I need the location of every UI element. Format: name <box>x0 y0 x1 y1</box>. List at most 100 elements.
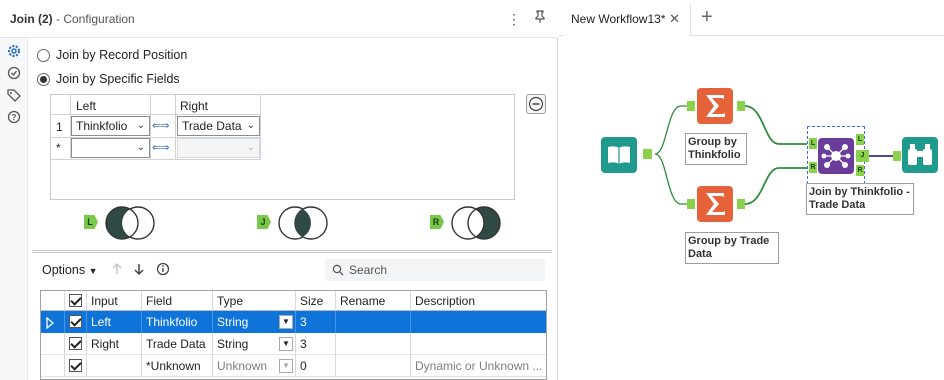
join-output-l-anchor[interactable]: L <box>856 134 864 145</box>
cell-input[interactable]: Right <box>87 333 142 355</box>
pin-icon[interactable] <box>532 10 548 28</box>
new-row-marker: * <box>56 141 61 155</box>
cell-size[interactable]: 3 <box>296 333 336 355</box>
tab-label: New Workflow13* <box>571 12 666 26</box>
swap-arrows-icon[interactable]: ⇐⇒ <box>152 119 169 132</box>
input-anchor[interactable] <box>893 151 901 161</box>
annotation-icon[interactable] <box>6 65 22 81</box>
cell-field[interactable]: Thinkfolio <box>142 311 213 333</box>
add-tab-icon[interactable]: + <box>701 6 713 28</box>
left-field-select-new[interactable]: ⌄ <box>71 138 150 158</box>
panel-splitter[interactable] <box>32 250 552 253</box>
type-dropdown-icon[interactable]: ▼ <box>279 315 293 329</box>
row-checkbox[interactable] <box>65 311 87 333</box>
column-header-field[interactable]: Field <box>142 291 213 311</box>
svg-text:?: ? <box>12 113 17 122</box>
radio-join-by-specific-fields[interactable]: Join by Specific Fields <box>37 70 180 88</box>
more-options-icon[interactable]: ⋮ <box>506 10 522 28</box>
table-row[interactable]: Right Trade Data String ▼ 3 <box>41 333 546 355</box>
binoculars-icon <box>908 144 932 165</box>
cell-input[interactable] <box>87 355 142 377</box>
chevron-down-icon: ⌄ <box>136 142 145 153</box>
cell-description[interactable] <box>411 311 546 333</box>
move-up-icon[interactable] <box>110 262 124 279</box>
summarize-tool-thinkfolio[interactable] <box>697 88 733 124</box>
cell-type[interactable]: Unknown ▼ <box>213 355 296 377</box>
radio-join-by-record-position[interactable]: Join by Record Position <box>37 46 187 64</box>
row-number: 1 <box>56 120 63 134</box>
output-anchor[interactable] <box>737 199 745 209</box>
type-value: Unknown <box>217 359 268 373</box>
configuration-panel: Join (2) - Configuration ⋮ ? Join by Rec… <box>0 0 558 380</box>
tag-icon[interactable] <box>6 87 22 103</box>
input-tool[interactable] <box>601 137 637 173</box>
info-icon[interactable] <box>156 262 170 279</box>
join-venn[interactable]: J <box>257 205 332 241</box>
right-only-venn[interactable]: R <box>430 205 505 241</box>
input-anchor[interactable] <box>687 101 695 111</box>
cell-size[interactable]: 3 <box>296 311 336 333</box>
join-output-j-anchor[interactable]: J <box>856 150 869 162</box>
row-indicator-icon <box>41 311 65 333</box>
column-header-description[interactable]: Description <box>411 291 546 311</box>
chevron-down-icon: ⌄ <box>136 120 145 131</box>
tab-new-workflow13[interactable]: New Workflow13* ✕ <box>563 4 691 36</box>
cell-rename[interactable] <box>336 355 411 377</box>
search-input[interactable]: Search <box>325 259 545 281</box>
table-row[interactable]: Left Thinkfolio String ▼ 3 <box>41 311 546 333</box>
options-menu[interactable]: Options ▼ <box>42 263 98 277</box>
table-header-row: Input Field Type Size Rename Description <box>41 291 546 313</box>
cell-rename[interactable] <box>336 333 411 355</box>
gear-icon[interactable] <box>6 43 22 59</box>
join-output-r-anchor[interactable]: R <box>856 165 864 176</box>
cell-type[interactable]: String ▼ <box>213 311 296 333</box>
join-tool[interactable] <box>818 138 854 174</box>
join-right-anchor[interactable]: R <box>809 162 817 173</box>
help-icon[interactable]: ? <box>6 109 22 125</box>
move-down-icon[interactable] <box>132 262 146 279</box>
row-checkbox[interactable] <box>65 333 87 355</box>
type-dropdown-icon[interactable]: ▼ <box>279 359 293 373</box>
left-field-select[interactable]: Thinkfolio ⌄ <box>71 116 150 136</box>
config-subtitle: - Configuration <box>56 12 135 26</box>
cell-field[interactable]: *Unknown <box>142 355 213 377</box>
column-header-type[interactable]: Type <box>213 291 296 311</box>
right-field-select[interactable]: Trade Data ⌄ <box>177 116 260 136</box>
close-icon[interactable]: ✕ <box>669 4 680 34</box>
output-anchor[interactable] <box>643 149 652 159</box>
swap-arrows-icon[interactable]: ⇐⇒ <box>152 141 169 154</box>
input-anchor[interactable] <box>687 199 695 209</box>
browse-tool[interactable] <box>902 137 938 173</box>
select-all-checkbox[interactable] <box>65 291 87 311</box>
label-join-by-thinkfolio-trade-data[interactable]: Join by Thinkfolio - Trade Data <box>806 183 914 215</box>
radio-button[interactable] <box>37 48 50 62</box>
column-header-rename[interactable]: Rename <box>336 291 411 311</box>
radio-button-selected[interactable] <box>37 72 50 86</box>
join-left-anchor[interactable]: L <box>809 138 817 149</box>
output-anchor[interactable] <box>737 101 745 111</box>
type-dropdown-icon[interactable]: ▼ <box>279 337 293 351</box>
cell-type[interactable]: String ▼ <box>213 333 296 355</box>
column-header-input[interactable]: Input <box>87 291 142 311</box>
config-header: Join (2) - Configuration ⋮ <box>0 0 558 38</box>
chevron-down-icon: ⌄ <box>246 142 255 153</box>
anchor-r-icon: R <box>430 215 444 229</box>
row-indicator <box>41 333 65 355</box>
remove-row-button[interactable] <box>526 94 546 114</box>
row-checkbox[interactable] <box>65 355 87 377</box>
summarize-tool-trade-data[interactable] <box>697 186 733 222</box>
type-value: String <box>217 315 249 329</box>
cell-rename[interactable] <box>336 311 411 333</box>
cell-description[interactable]: Dynamic or Unknown ... <box>411 355 546 377</box>
workflow-canvas[interactable]: Group by Thinkfolio Group by Trade Data … <box>559 36 944 380</box>
cell-size[interactable]: 0 <box>296 355 336 377</box>
label-group-by-trade-data[interactable]: Group by Trade Data <box>685 232 779 264</box>
column-header-size[interactable]: Size <box>296 291 336 311</box>
cell-input[interactable]: Left <box>87 311 142 333</box>
cell-field[interactable]: Trade Data <box>142 333 213 355</box>
table-row[interactable]: *Unknown Unknown ▼ 0 Dynamic or Unknown … <box>41 355 546 377</box>
cell-description[interactable] <box>411 333 546 355</box>
tool-name: Join (2) <box>10 12 53 26</box>
left-only-venn[interactable]: L <box>84 205 159 241</box>
label-group-by-thinkfolio[interactable]: Group by Thinkfolio <box>685 133 747 165</box>
